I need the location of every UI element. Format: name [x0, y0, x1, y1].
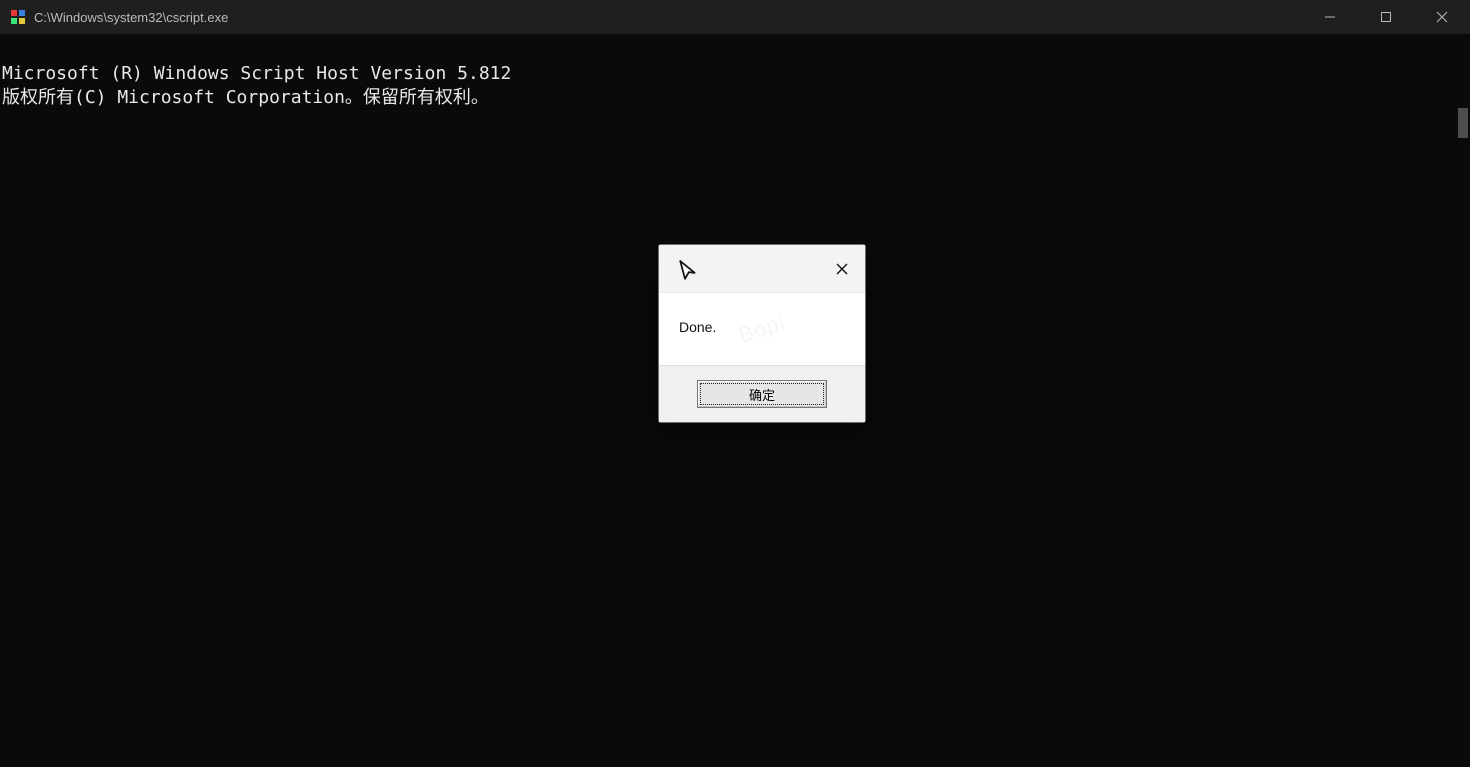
minimize-button[interactable]: [1302, 0, 1358, 34]
dialog-body: Done. Bopi: [659, 293, 865, 365]
console-line: Microsoft (R) Windows Script Host Versio…: [2, 63, 511, 84]
scrollbar-thumb[interactable]: [1458, 108, 1468, 138]
maximize-button[interactable]: [1358, 0, 1414, 34]
window-title: C:\Windows\system32\cscript.exe: [34, 10, 1302, 25]
pointer-icon: [675, 256, 701, 282]
dialog-footer: 确定: [659, 365, 865, 422]
ok-button[interactable]: 确定: [697, 380, 827, 408]
close-button[interactable]: [1414, 0, 1470, 34]
console-line: 版权所有(C) Microsoft Corporation。保留所有权利。: [2, 87, 489, 108]
titlebar[interactable]: C:\Windows\system32\cscript.exe: [0, 0, 1470, 34]
watermark: Bopi: [735, 309, 789, 349]
dialog-close-button[interactable]: [825, 252, 859, 286]
dialog-message: Done.: [679, 319, 716, 335]
app-icon: [10, 9, 26, 25]
window-controls: [1302, 0, 1470, 34]
ok-button-label: 确定: [749, 385, 775, 404]
dialog-titlebar[interactable]: [659, 245, 865, 293]
message-dialog: Done. Bopi 确定: [658, 244, 866, 423]
